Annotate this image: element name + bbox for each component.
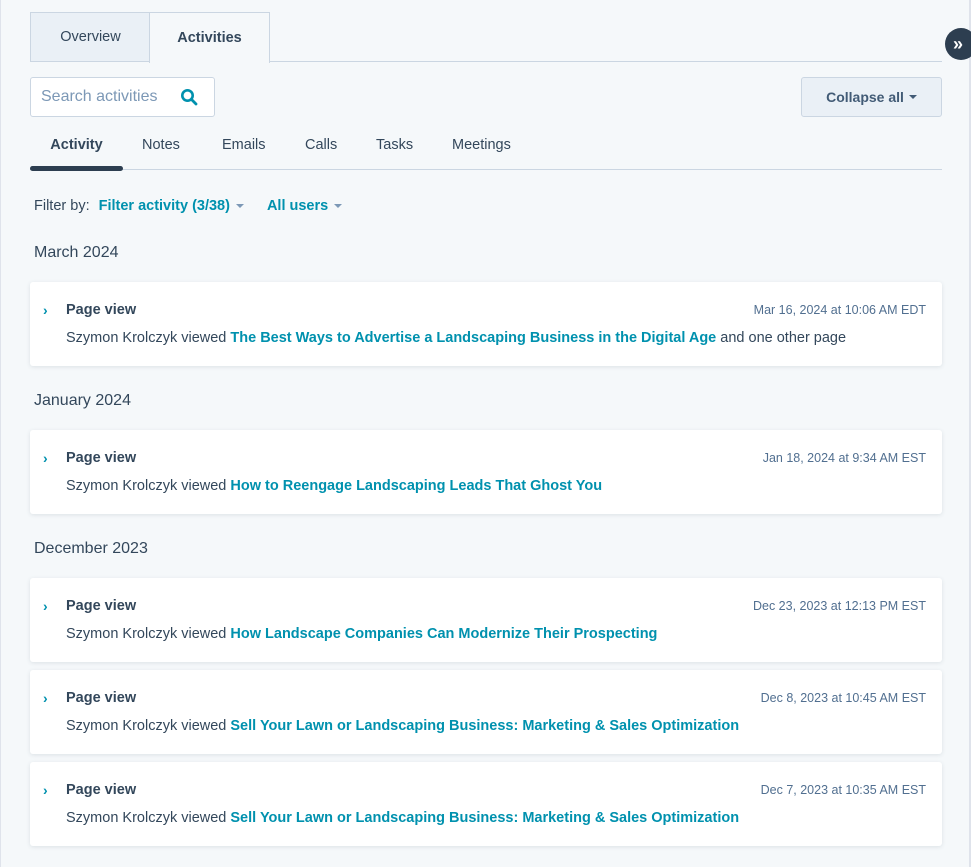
caret-down-icon [334, 204, 343, 209]
activity-card: › Page view Jan 18, 2024 at 9:34 AM EST … [30, 430, 942, 514]
chevron-right-icon[interactable]: › [43, 598, 55, 614]
collapse-all-label: Collapse all [826, 89, 904, 105]
month-header: March 2024 [34, 244, 119, 261]
tab-activities[interactable]: Activities [149, 12, 270, 63]
actor-text: Szymon Krolczyk viewed [66, 330, 227, 346]
double-chevron-right-icon: » [953, 33, 964, 54]
activities-panel: Overview Activities » Collapse all Activ… [0, 0, 971, 867]
activity-description: Szymon Krolczyk viewed The Best Ways to … [66, 330, 846, 346]
activity-card: › Page view Dec 23, 2023 at 12:13 PM EST… [30, 578, 942, 662]
caret-down-icon [908, 95, 917, 99]
activity-timestamp: Dec 23, 2023 at 12:13 PM EST [752, 599, 926, 613]
chevron-right-icon[interactable]: › [43, 782, 55, 798]
tab-meetings[interactable]: Meetings [452, 128, 511, 170]
expand-sidebar-button[interactable]: » [945, 28, 971, 60]
filter-users-dropdown[interactable]: All users [266, 198, 343, 214]
chevron-right-icon[interactable]: › [43, 450, 55, 466]
actor-text: Szymon Krolczyk viewed [66, 810, 227, 826]
activity-card: › Page view Dec 7, 2023 at 10:35 AM EST … [30, 762, 942, 846]
activity-description: Szymon Krolczyk viewed Sell Your Lawn or… [66, 718, 739, 734]
chevron-right-icon[interactable]: › [43, 690, 55, 706]
activity-timestamp: Dec 8, 2023 at 10:45 AM EST [760, 691, 926, 705]
activity-timestamp: Mar 16, 2024 at 10:06 AM EDT [753, 303, 926, 317]
page-link[interactable]: The Best Ways to Advertise a Landscaping… [230, 330, 716, 346]
tab-calls[interactable]: Calls [305, 128, 337, 170]
activity-description: Szymon Krolczyk viewed How Landscape Com… [66, 626, 657, 642]
activity-type: Page view [66, 450, 137, 466]
chevron-right-icon[interactable]: › [43, 302, 55, 318]
tab-activity[interactable]: Activity [30, 128, 123, 170]
month-header: January 2024 [34, 392, 131, 409]
activity-card: › Page view Mar 16, 2024 at 10:06 AM EDT… [30, 282, 942, 366]
page-link[interactable]: Sell Your Lawn or Landscaping Business: … [230, 810, 739, 826]
actor-text: Szymon Krolczyk viewed [66, 478, 227, 494]
activity-timestamp: Jan 18, 2024 at 9:34 AM EST [762, 451, 926, 465]
filter-activity-label: Filter activity (3/38) [98, 198, 230, 214]
top-tab-bar: Overview Activities [30, 12, 942, 63]
month-header: December 2023 [34, 540, 148, 557]
search-icon[interactable] [180, 87, 200, 107]
search-activities [30, 77, 215, 117]
filter-bar: Filter by: Filter activity (3/38) All us… [34, 196, 343, 216]
caret-down-icon [235, 204, 244, 209]
activity-card: › Page view Dec 8, 2023 at 10:45 AM EST … [30, 670, 942, 754]
actor-text: Szymon Krolczyk viewed [66, 626, 227, 642]
page-link[interactable]: How to Reengage Landscaping Leads That G… [230, 478, 602, 494]
tab-notes[interactable]: Notes [142, 128, 180, 170]
activity-type: Page view [66, 782, 137, 798]
suffix-text: and one other page [720, 330, 847, 346]
activity-type: Page view [66, 302, 137, 318]
activity-type-tabs: Activity Notes Emails Calls Tasks Meetin… [30, 128, 942, 171]
activity-description: Szymon Krolczyk viewed How to Reengage L… [66, 478, 602, 494]
filter-users-label: All users [266, 198, 329, 214]
search-input[interactable] [31, 88, 176, 106]
page-link[interactable]: How Landscape Companies Can Modernize Th… [230, 626, 657, 642]
activity-type: Page view [66, 690, 137, 706]
filter-label: Filter by: [34, 198, 90, 214]
collapse-all-button[interactable]: Collapse all [801, 77, 942, 117]
activity-description: Szymon Krolczyk viewed Sell Your Lawn or… [66, 810, 739, 826]
activity-type: Page view [66, 598, 137, 614]
page-link[interactable]: Sell Your Lawn or Landscaping Business: … [230, 718, 739, 734]
activity-timestamp: Dec 7, 2023 at 10:35 AM EST [760, 783, 926, 797]
tab-emails[interactable]: Emails [222, 128, 266, 170]
active-tab-indicator [30, 166, 123, 171]
tab-overview[interactable]: Overview [30, 12, 150, 62]
tab-tasks[interactable]: Tasks [376, 128, 413, 170]
filter-activity-dropdown[interactable]: Filter activity (3/38) [99, 198, 244, 214]
actor-text: Szymon Krolczyk viewed [66, 718, 227, 734]
